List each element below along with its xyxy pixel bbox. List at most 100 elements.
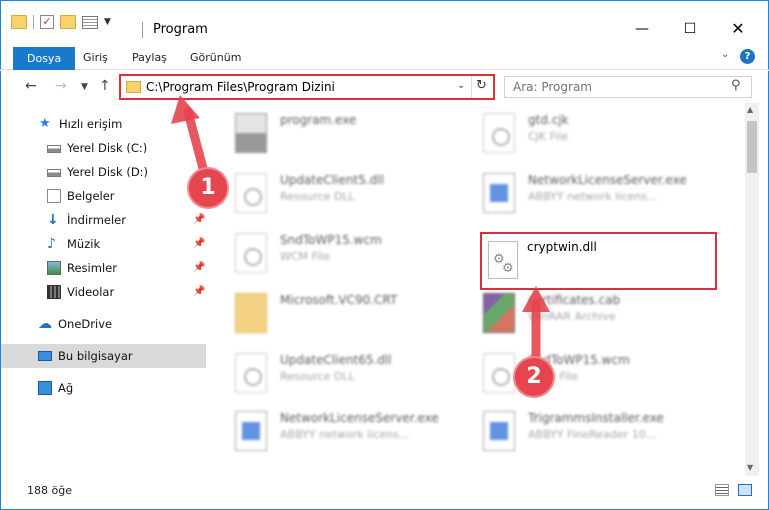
- maximize-button[interactable]: ☐: [667, 17, 713, 41]
- up-arrow-icon[interactable]: ↑: [99, 78, 111, 94]
- file-item[interactable]: NetworkLicenseServer.exe ABBYY network l…: [473, 169, 703, 217]
- scrollbar-thumb[interactable]: [747, 121, 757, 173]
- expand-ribbon-chevron-icon[interactable]: ⌄: [721, 49, 729, 60]
- folder-icon: [235, 293, 267, 333]
- file-item[interactable]: UpdateClient65.dll Resource DLL: [225, 349, 455, 397]
- music-note-icon: ♪: [47, 236, 56, 252]
- pictures-icon: [47, 261, 61, 275]
- pin-icon[interactable]: 📌: [193, 256, 205, 280]
- folder-icon[interactable]: [11, 15, 27, 29]
- sidebar-item-quick-access[interactable]: ★ Hızlı erişim: [1, 112, 206, 136]
- sidebar-item-local-disk-d[interactable]: Yerel Disk (D:): [1, 160, 206, 184]
- scroll-up-icon[interactable]: ▲: [747, 105, 753, 114]
- file-name: NetworkLicenseServer.exe: [528, 173, 687, 187]
- search-input[interactable]: [505, 77, 725, 97]
- sidebar-item-label: Videolar: [67, 285, 115, 299]
- file-item[interactable]: SndToWP15.wcm WCM File: [225, 229, 455, 277]
- file-item[interactable]: NetworkLicenseServer.exe ABBYY network l…: [225, 407, 455, 455]
- sidebar-item-label: Hızlı erişim: [59, 117, 123, 131]
- highlighted-file-cryptwin-dll[interactable]: ⚙ ⚙ cryptwin.dll: [480, 232, 717, 290]
- title-divider: [142, 22, 143, 38]
- refresh-icon[interactable]: ↻: [476, 78, 487, 93]
- tab-view[interactable]: Görünüm: [182, 48, 249, 70]
- file-item[interactable]: UpdateClient5.dll Resource DLL: [225, 169, 455, 217]
- file-name: certificates.cab: [528, 293, 621, 307]
- tab-home[interactable]: Giriş: [75, 48, 116, 70]
- details-view-icon[interactable]: [715, 484, 729, 496]
- pin-icon[interactable]: 📌: [193, 280, 205, 304]
- sidebar-item-onedrive[interactable]: ☁ OneDrive: [1, 312, 206, 336]
- file-item[interactable]: TrigrammsInstaller.exe ABBYY FineReader …: [473, 407, 703, 455]
- step-1-badge: 1: [189, 169, 227, 207]
- dll-file-icon: [235, 173, 267, 213]
- scroll-down-icon[interactable]: ▼: [747, 463, 753, 472]
- recent-locations-dropdown-icon[interactable]: ▼: [81, 82, 88, 92]
- exe-file-icon: [483, 411, 515, 451]
- sidebar-item-this-pc[interactable]: Bu bilgisayar: [1, 344, 206, 368]
- sidebar-item-pictures[interactable]: Resimler 📌: [1, 256, 206, 280]
- address-path[interactable]: C:\Program Files\Program Dizini: [146, 80, 335, 94]
- drive-icon: [47, 145, 61, 153]
- sidebar-item-label: Ağ: [58, 381, 74, 395]
- address-dropdown-icon[interactable]: ⌄: [457, 80, 465, 91]
- sidebar-item-videos[interactable]: Videolar 📌: [1, 280, 206, 304]
- help-icon[interactable]: ?: [740, 49, 755, 64]
- file-item[interactable]: SndToWP15.wcm WCM File: [473, 349, 703, 397]
- customize-toolbar-dropdown-icon[interactable]: ▼: [104, 17, 111, 27]
- pin-icon[interactable]: 📌: [193, 208, 205, 232]
- item-count: 188 öğe: [27, 484, 72, 497]
- sidebar-item-downloads[interactable]: ↓ İndirmeler 📌: [1, 208, 206, 232]
- file-type: WCM File: [280, 250, 330, 263]
- dll-file-icon: ⚙ ⚙: [488, 241, 518, 279]
- file-name: UpdateClient65.dll: [280, 353, 392, 367]
- new-folder-icon[interactable]: [60, 15, 76, 29]
- main-area: ★ Hızlı erişim Yerel Disk (C:) Yerel Dis…: [0, 103, 769, 476]
- search-icon[interactable]: ⚲: [731, 78, 741, 93]
- status-bar: 188 öğe: [0, 476, 769, 510]
- close-button[interactable]: ✕: [715, 17, 761, 41]
- search-box[interactable]: ⚲: [504, 76, 752, 98]
- sidebar-item-music[interactable]: ♪ Müzik 📌: [1, 232, 206, 256]
- file-type: ABBYY network licens...: [280, 428, 410, 441]
- file-name: cryptwin.dll: [527, 240, 597, 254]
- window-title: Program: [153, 22, 208, 37]
- sidebar-item-network[interactable]: Ağ: [1, 376, 206, 400]
- step-2-badge: 2: [515, 358, 553, 396]
- properties-check-icon[interactable]: ✓: [40, 15, 54, 29]
- sidebar-item-label: Bu bilgisayar: [58, 349, 133, 363]
- back-arrow-icon[interactable]: ←: [25, 78, 37, 94]
- tab-share[interactable]: Paylaş: [124, 48, 175, 70]
- download-arrow-icon: ↓: [47, 212, 59, 228]
- address-divider: [471, 76, 472, 98]
- winrar-archive-icon: [483, 293, 515, 333]
- sidebar-item-local-disk-c[interactable]: Yerel Disk (C:): [1, 136, 206, 160]
- sidebar-item-label: Yerel Disk (C:): [67, 141, 148, 155]
- file-name: TrigrammsInstaller.exe: [528, 411, 664, 425]
- sidebar-item-label: OneDrive: [58, 317, 113, 331]
- wcm-file-icon: [483, 353, 515, 393]
- sidebar-item-label: Müzik: [67, 237, 101, 251]
- file-name: UpdateClient5.dll: [280, 173, 384, 187]
- file-item[interactable]: program.exe: [225, 109, 455, 157]
- properties-icon[interactable]: [82, 15, 98, 29]
- file-type: ABBYY network licens...: [528, 190, 658, 203]
- file-item[interactable]: certificates.cab WinRAR Archive: [473, 289, 703, 337]
- file-name: NetworkLicenseServer.exe: [280, 411, 439, 425]
- address-bar[interactable]: C:\Program Files\Program Dizini ⌄ ↻: [119, 74, 495, 100]
- forward-arrow-icon[interactable]: →: [55, 78, 67, 94]
- quick-access-toolbar: ✓ ▼: [11, 15, 111, 29]
- tab-file[interactable]: Dosya: [13, 47, 76, 70]
- title-bar: ✓ ▼ Program — ☐ ✕: [0, 0, 769, 44]
- vertical-scrollbar[interactable]: ▲ ▼: [745, 103, 759, 476]
- sidebar-item-documents[interactable]: Belgeler: [1, 184, 206, 208]
- sidebar-item-label: İndirmeler: [67, 213, 126, 227]
- large-icons-view-icon[interactable]: [738, 484, 752, 496]
- ribbon-tabs: Dosya Giriş Paylaş Görünüm ⌄ ?: [0, 44, 769, 70]
- file-name: gtd.cjk: [528, 113, 569, 127]
- minimize-button[interactable]: —: [619, 17, 665, 41]
- pin-icon[interactable]: 📌: [193, 232, 205, 256]
- file-item[interactable]: gtd.cjk CJK File: [473, 109, 703, 157]
- file-name: Microsoft.VC90.CRT: [280, 293, 398, 307]
- sidebar-item-label: Belgeler: [67, 189, 115, 203]
- file-item[interactable]: Microsoft.VC90.CRT: [225, 289, 455, 337]
